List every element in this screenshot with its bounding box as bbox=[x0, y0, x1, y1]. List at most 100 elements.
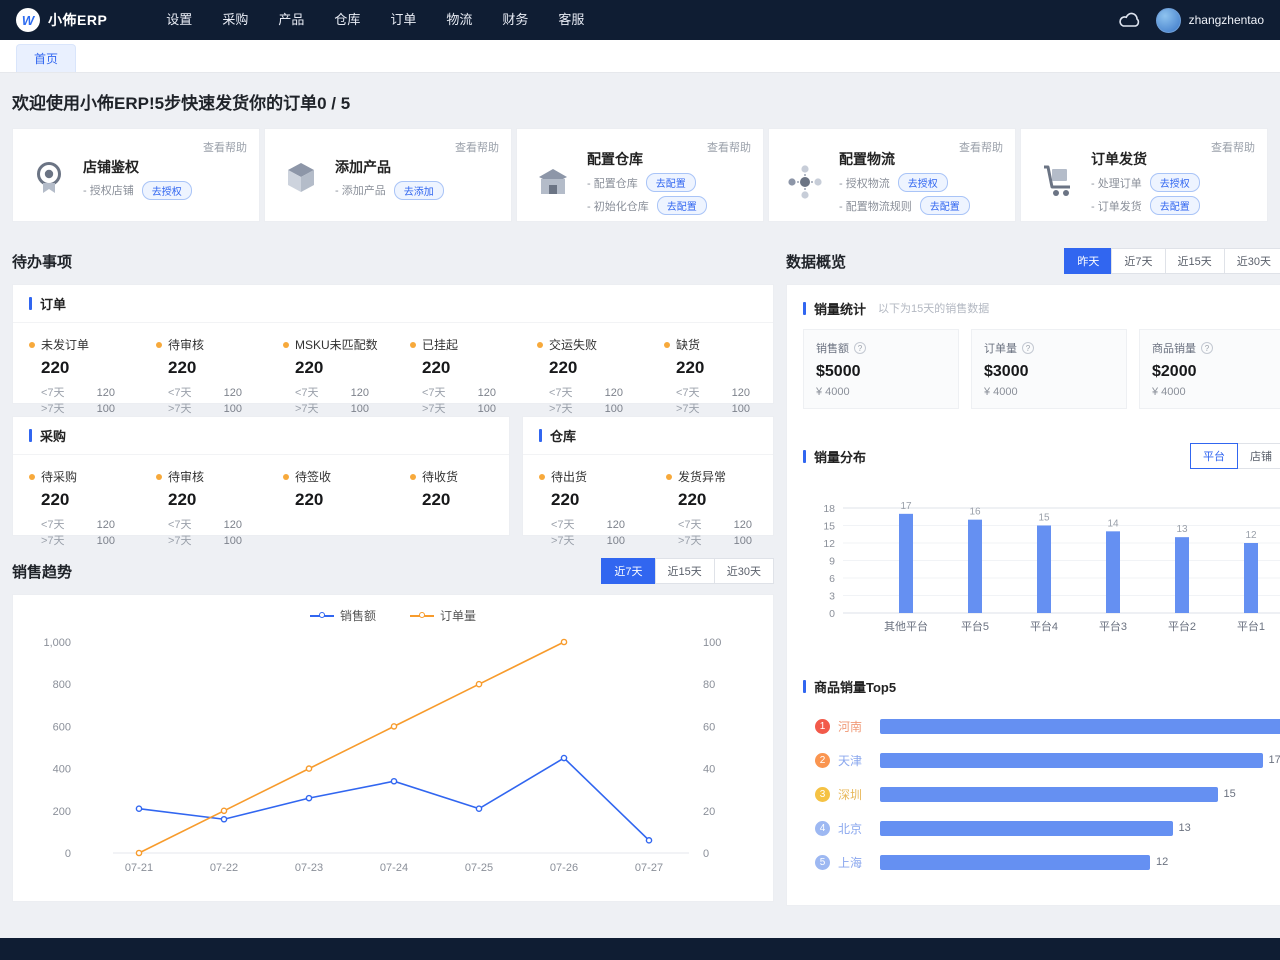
tab-近15天[interactable]: 近15天 bbox=[1164, 248, 1225, 274]
svg-text:12: 12 bbox=[823, 538, 835, 550]
help-link[interactable]: 查看帮助 bbox=[707, 139, 751, 155]
svg-text:100: 100 bbox=[703, 637, 721, 649]
nav-item-物流[interactable]: 物流 bbox=[431, 0, 487, 40]
rank-badge: 1 bbox=[815, 718, 830, 734]
bottom-bar bbox=[0, 938, 1280, 960]
gt7-value: 100 bbox=[477, 403, 496, 415]
todo-count[interactable]: 220 bbox=[168, 490, 283, 510]
todo-item: 已挂起 220 <7天 120 >7天 100 bbox=[410, 336, 537, 417]
help-link[interactable]: 查看帮助 bbox=[959, 139, 1003, 155]
todo-count[interactable]: 220 bbox=[41, 490, 156, 510]
step-title: 添加产品 bbox=[335, 158, 391, 175]
svg-text:200: 200 bbox=[53, 806, 71, 818]
lt7-label: <7天 bbox=[41, 519, 65, 531]
gt7-value: 100 bbox=[604, 403, 623, 415]
top5-row: 5 上海 12 bbox=[803, 845, 1280, 879]
todo-count[interactable]: 220 bbox=[295, 490, 410, 510]
top5-row: 3 深圳 15 bbox=[803, 777, 1280, 811]
stats-note: 以下为15天的销售数据 bbox=[878, 303, 990, 315]
stat-value: $3000 bbox=[984, 363, 1029, 380]
nav-item-订单[interactable]: 订单 bbox=[375, 0, 431, 40]
todo-count[interactable]: 220 bbox=[168, 358, 283, 378]
step-action-button[interactable]: 去配置 bbox=[919, 196, 970, 215]
step-action-button[interactable]: 去配置 bbox=[656, 196, 707, 215]
rank-badge: 3 bbox=[815, 786, 830, 802]
legend-item-订单量[interactable]: 订单量 bbox=[410, 607, 476, 624]
step-action-button[interactable]: 去授权 bbox=[141, 180, 192, 200]
todo-count[interactable]: 220 bbox=[41, 358, 156, 378]
stat-card-销售额: 销售额? $5000 ¥ 4000 bbox=[803, 329, 959, 409]
todo-count[interactable]: 220 bbox=[678, 490, 793, 510]
shop-auth-icon bbox=[27, 156, 71, 200]
nav-menu: 设置 采购 产品 仓库 订单 物流 财务 客服 bbox=[151, 0, 1117, 40]
todo-count[interactable]: 220 bbox=[549, 358, 664, 378]
nav-item-产品[interactable]: 产品 bbox=[263, 0, 319, 40]
status-dot-icon bbox=[539, 473, 545, 480]
todo-label: MSKU未匹配数 bbox=[295, 338, 378, 352]
warehouse-config-icon bbox=[531, 160, 575, 204]
tab-近30天[interactable]: 近30天 bbox=[713, 558, 774, 584]
todo-count[interactable]: 220 bbox=[295, 358, 410, 378]
gt7-value: 100 bbox=[223, 535, 242, 547]
svg-text:平台5: 平台5 bbox=[961, 619, 989, 633]
todo-count[interactable]: 220 bbox=[676, 358, 791, 378]
platform-distribution-chart: 0 3 6 9 12 15 18 17 其他平台 16 平台5 15 平台4 14 平台3 13 平台2 12 平台… bbox=[823, 501, 1280, 633]
cloud-sync-icon[interactable] bbox=[1118, 12, 1142, 29]
gt7-label: >7天 bbox=[678, 535, 702, 547]
help-circle-icon[interactable]: ? bbox=[1022, 342, 1034, 354]
lt7-value: 120 bbox=[731, 387, 750, 399]
step-action-button[interactable]: 去配置 bbox=[1149, 196, 1200, 215]
tab-近7天[interactable]: 近7天 bbox=[1111, 248, 1166, 274]
user-menu[interactable]: zhangzhentao bbox=[1155, 7, 1264, 33]
gt7-value: 100 bbox=[733, 535, 752, 547]
brand[interactable]: W 小佈ERP bbox=[16, 8, 107, 32]
nav-item-设置[interactable]: 设置 bbox=[151, 0, 207, 40]
lt7-value: 120 bbox=[96, 387, 115, 399]
svg-text:60: 60 bbox=[703, 721, 715, 733]
nav-item-客服[interactable]: 客服 bbox=[543, 0, 599, 40]
step-action-button[interactable]: 去授权 bbox=[1149, 173, 1200, 192]
svg-text:9: 9 bbox=[829, 556, 835, 568]
step-action-button[interactable]: 去添加 bbox=[393, 180, 444, 200]
step-title: 配置仓库 bbox=[587, 151, 643, 167]
todo-panel-orders: 订单 未发订单 220 <7天 120 >7天 100 待审核 220 <7天 120 >7天 100 M… bbox=[12, 284, 774, 415]
todo-label: 发货异常 bbox=[678, 470, 727, 484]
gt7-value: 100 bbox=[223, 403, 242, 415]
todo-count[interactable]: 220 bbox=[422, 358, 537, 378]
tab-店铺[interactable]: 店铺 bbox=[1237, 443, 1280, 469]
tab-近15天[interactable]: 近15天 bbox=[654, 558, 715, 584]
help-circle-icon[interactable]: ? bbox=[854, 342, 866, 354]
top5-value: 13 bbox=[1178, 822, 1191, 834]
lt7-label: <7天 bbox=[168, 519, 192, 531]
nav-item-采购[interactable]: 采购 bbox=[207, 0, 263, 40]
step-action-button[interactable]: 去授权 bbox=[897, 173, 948, 192]
tab-home[interactable]: 首页 bbox=[16, 44, 77, 72]
svg-text:1,000: 1,000 bbox=[43, 637, 71, 649]
top5-bar bbox=[880, 854, 1150, 870]
help-link[interactable]: 查看帮助 bbox=[203, 139, 247, 155]
legend-item-销售额[interactable]: 销售额 bbox=[309, 607, 376, 624]
todo-label: 待签收 bbox=[295, 470, 332, 484]
tab-近7天[interactable]: 近7天 bbox=[601, 558, 656, 584]
todo-count[interactable]: 220 bbox=[551, 490, 666, 510]
top5-bar bbox=[880, 820, 1173, 836]
accent-bar bbox=[539, 429, 542, 442]
step-task-label: - 处理订单 bbox=[1091, 177, 1142, 190]
todo-count[interactable]: 220 bbox=[422, 490, 537, 510]
gt7-value: 100 bbox=[606, 535, 625, 547]
help-link[interactable]: 查看帮助 bbox=[1211, 139, 1255, 155]
help-link[interactable]: 查看帮助 bbox=[455, 139, 499, 155]
tab-平台[interactable]: 平台 bbox=[1190, 443, 1238, 469]
step-card-5: 查看帮助 订单发货 - 处理订单 去授权 - 订单发货 去配置 bbox=[1020, 128, 1268, 222]
status-dot-icon bbox=[537, 341, 543, 348]
todo-label: 待审核 bbox=[168, 338, 205, 352]
step-action-button[interactable]: 去配置 bbox=[645, 173, 696, 192]
todo-item: 发货异常 220 <7天 120 >7天 100 bbox=[666, 468, 793, 549]
tab-近30天[interactable]: 近30天 bbox=[1223, 248, 1280, 274]
stat-label: 订单量 bbox=[984, 343, 1017, 355]
svg-text:6: 6 bbox=[829, 573, 835, 585]
tab-昨天[interactable]: 昨天 bbox=[1064, 248, 1113, 274]
help-circle-icon[interactable]: ? bbox=[1201, 342, 1213, 354]
nav-item-仓库[interactable]: 仓库 bbox=[319, 0, 375, 40]
nav-item-财务[interactable]: 财务 bbox=[487, 0, 543, 40]
